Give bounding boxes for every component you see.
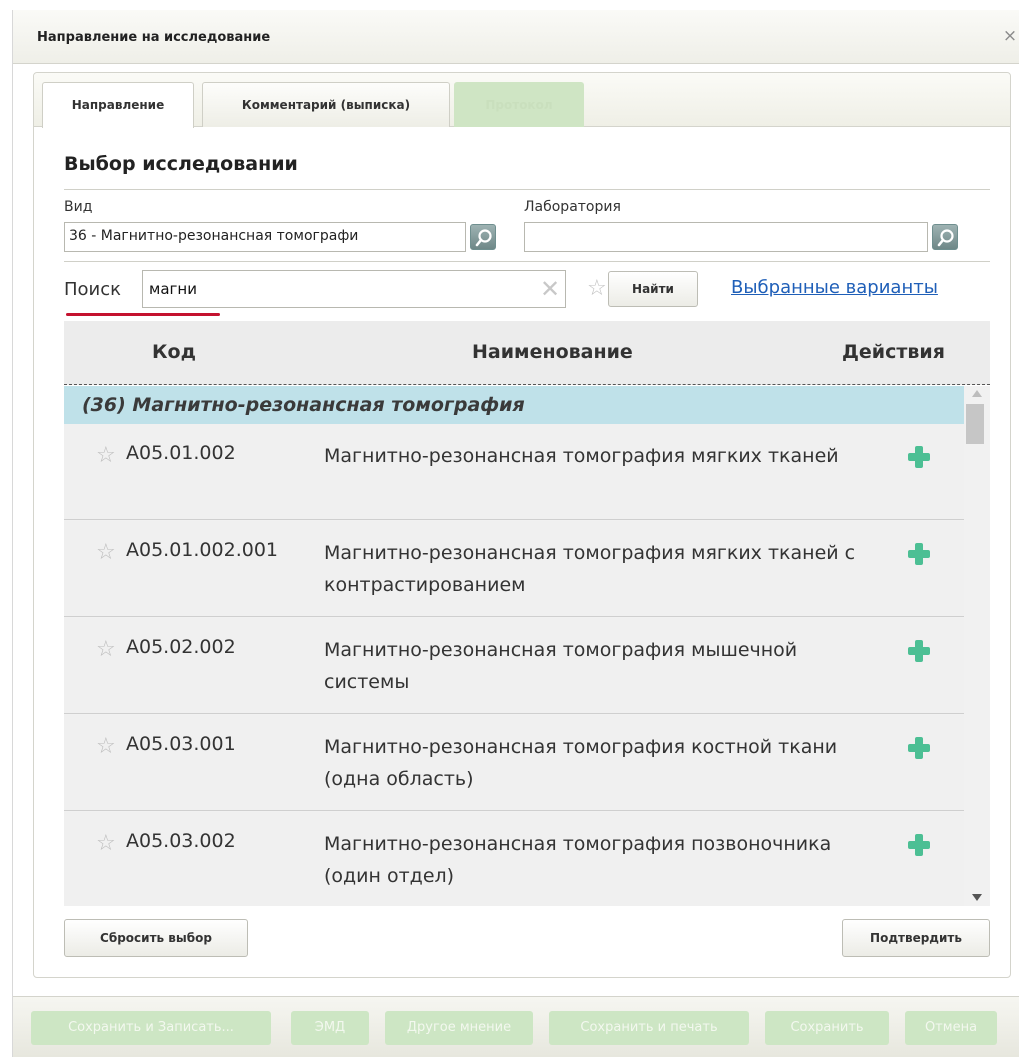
table-row: ☆ A05.01.002.001 Магнитно-резонансная то… [64, 521, 964, 617]
header-code: Код [152, 341, 196, 363]
row-name: Магнитно-резонансная томография мягких т… [324, 542, 856, 596]
magnifier-icon [937, 229, 954, 247]
search-label: Поиск [64, 279, 122, 300]
star-icon[interactable]: ☆ [96, 832, 116, 856]
table-row: ☆ A05.03.002 Магнитно-резонансная томогр… [64, 812, 964, 906]
tab-protocol: Протокол [454, 82, 584, 127]
lab-lookup-button[interactable] [932, 224, 958, 250]
divider [64, 261, 990, 262]
lab-label: Лаборатория [524, 199, 621, 215]
star-icon[interactable]: ☆ [96, 444, 116, 468]
window-title: Направление на исследование [37, 30, 271, 45]
row-code: A05.02.002 [126, 636, 236, 658]
clear-icon[interactable]: ✕ [540, 277, 560, 301]
close-icon[interactable]: × [1000, 26, 1019, 46]
row-name: Магнитно-резонансная томография мягких т… [324, 445, 839, 467]
plus-icon[interactable] [906, 444, 932, 470]
group-title: (36) Магнитно-резонансная томография [82, 394, 525, 416]
results-table: (36) Магнитно-резонансная томография ☆ A… [64, 386, 990, 906]
dialog-window: Направление на исследование × Направлени… [12, 10, 1019, 1057]
table-row: ☆ A05.01.002 Магнитно-резонансная томогр… [64, 424, 964, 520]
row-name: Магнитно-резонансная томография позвоноч… [324, 833, 832, 887]
tab-comment[interactable]: Комментарий (выписка) [202, 82, 450, 127]
group-row[interactable]: (36) Магнитно-резонансная томография [64, 386, 964, 424]
cancel-button: Отмена [905, 1011, 997, 1045]
plus-icon[interactable] [906, 832, 932, 858]
row-code: A05.01.002.001 [126, 539, 278, 561]
row-name: Магнитно-резонансная томография костной … [324, 736, 838, 790]
divider [64, 189, 990, 190]
footer-bar: Сохранить и Записать... ЭМД Другое мнени… [13, 996, 1019, 1057]
star-icon[interactable]: ☆ [587, 277, 607, 301]
selected-variants-link[interactable]: Выбранные варианты [731, 277, 938, 298]
scroll-down-arrow[interactable] [972, 894, 982, 901]
table-header: Код Наименование Действия [64, 321, 990, 385]
scroll-thumb[interactable] [966, 404, 984, 444]
tab-bar: Направление Комментарий (выписка) Проток… [34, 73, 1010, 128]
emd-button: ЭМД [291, 1011, 369, 1045]
find-button[interactable]: Найти [608, 271, 698, 307]
confirm-button[interactable]: Подтвердить [842, 919, 990, 957]
vid-label: Вид [64, 199, 93, 215]
table-row: ☆ A05.03.001 Магнитно-резонансная томогр… [64, 715, 964, 811]
row-name: Магнитно-резонансная томография мышечной… [324, 639, 798, 693]
search-underline [66, 313, 220, 316]
section-title: Выбор исследовании [64, 153, 298, 175]
scrollbar[interactable] [964, 386, 990, 906]
plus-icon[interactable] [906, 638, 932, 664]
save-button: Сохранить [765, 1011, 889, 1045]
star-icon[interactable]: ☆ [96, 541, 116, 565]
search-input[interactable]: магни [142, 270, 566, 308]
row-code: A05.03.002 [126, 830, 236, 852]
vid-field[interactable]: 36 - Магнитно-резонансная томографи [64, 222, 466, 252]
other-opinion-button: Другое мнение [385, 1011, 533, 1045]
magnifier-icon [475, 229, 492, 247]
tab-napravlenie[interactable]: Направление [42, 82, 194, 128]
reset-selection-button[interactable]: Сбросить выбор [64, 919, 248, 957]
star-icon[interactable]: ☆ [96, 735, 116, 759]
save-and-print-button: Сохранить и печать [549, 1011, 749, 1045]
lab-field[interactable] [524, 222, 928, 252]
table-row: ☆ A05.02.002 Магнитно-резонансная томогр… [64, 618, 964, 714]
scroll-up-arrow[interactable] [972, 390, 982, 397]
titlebar: Направление на исследование × [13, 10, 1019, 64]
star-icon[interactable]: ☆ [96, 638, 116, 662]
save-and-record-button: Сохранить и Записать... [31, 1011, 271, 1045]
vid-lookup-button[interactable] [470, 224, 496, 250]
header-name: Наименование [472, 341, 633, 363]
header-actions: Действия [842, 341, 945, 363]
row-code: A05.01.002 [126, 442, 236, 464]
plus-icon[interactable] [906, 541, 932, 567]
row-code: A05.03.001 [126, 733, 236, 755]
plus-icon[interactable] [906, 735, 932, 761]
content-panel: Направление Комментарий (выписка) Проток… [33, 72, 1011, 978]
